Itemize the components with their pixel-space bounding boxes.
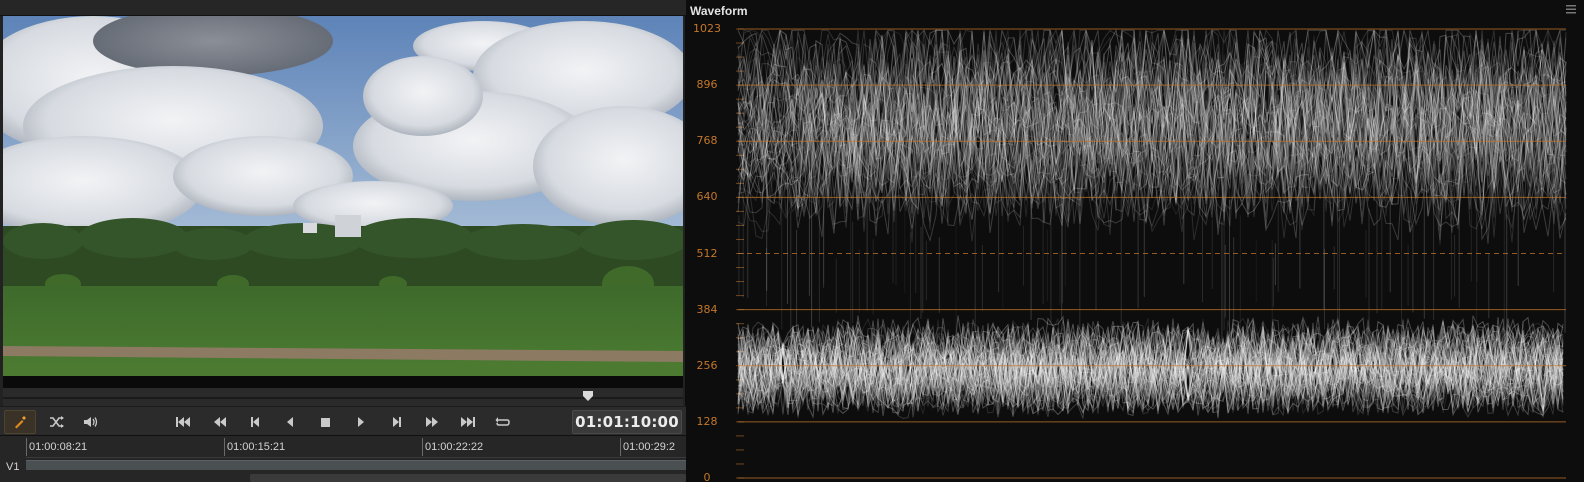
scope-title: Waveform: [690, 4, 748, 18]
next-frame-icon: [393, 417, 401, 427]
scope-axis-label: 0: [703, 471, 711, 482]
previous-frame-icon: [251, 417, 259, 427]
previous-frame-button[interactable]: [244, 412, 266, 432]
go-to-end-icon: [461, 417, 475, 427]
scope-axis-label: 896: [696, 78, 718, 92]
ruler-label: 01:00:29:2: [623, 441, 675, 453]
scope-axis-label: 128: [696, 414, 718, 428]
viewer-letterbox: [3, 376, 683, 388]
scope-axis-label: 768: [696, 134, 718, 148]
speaker-icon: [84, 417, 98, 427]
waveform-graph: [736, 28, 1567, 479]
scope-axis-label: 384: [696, 302, 718, 316]
play-icon: [358, 417, 364, 427]
scrubber-track: [3, 397, 683, 399]
timecode-display[interactable]: 01:01:10:00: [572, 410, 682, 434]
shuffle-icon: [50, 416, 64, 428]
ruler-label: 01:00:15:21: [227, 441, 286, 453]
fast-forward-button[interactable]: [421, 412, 443, 432]
scope-header: Waveform: [686, 0, 1584, 20]
waveform-traces: [737, 28, 1567, 419]
go-to-start-icon: [176, 417, 190, 427]
next-frame-button[interactable]: [386, 412, 408, 432]
go-to-start-button[interactable]: [172, 412, 194, 432]
viewer-panel: 01:01:10:00 01:00:08:21 01:00:15:21 01:0…: [0, 0, 686, 482]
waveform-scope-panel: Waveform 1023 896 768 640 512 384 256 128 0: [686, 0, 1584, 482]
fast-forward-icon: [426, 417, 438, 427]
ruler-tick: [26, 438, 27, 456]
mini-timeline[interactable]: 01:00:08:21 01:00:15:21 01:00:22:22 01:0…: [0, 436, 686, 482]
rewind-button[interactable]: [209, 412, 231, 432]
viewer-scrubber[interactable]: [3, 388, 683, 406]
loop-button[interactable]: [492, 412, 514, 432]
waveform-display: 1023 896 768 640 512 384 256 128 0: [686, 20, 1584, 482]
ruler-tick: [620, 438, 621, 456]
ruler-tick: [422, 438, 423, 456]
ruler-tick: [224, 438, 225, 456]
viewer-header: [0, 0, 686, 16]
app-window: 01:01:10:00 01:00:08:21 01:00:15:21 01:0…: [0, 0, 1584, 482]
audio-button[interactable]: [80, 412, 102, 432]
video-frame[interactable]: [3, 16, 683, 376]
shuffle-button[interactable]: [46, 412, 68, 432]
ruler-label: 01:00:22:22: [425, 441, 484, 453]
scope-axis-label: 1023: [693, 22, 721, 35]
reverse-play-icon: [287, 417, 293, 427]
ruler-label: 01:00:08:21: [29, 441, 88, 453]
stop-button[interactable]: [314, 412, 336, 432]
loop-icon: [495, 417, 510, 426]
track-label-v1: V1: [6, 461, 20, 473]
options-menu-icon[interactable]: [1566, 4, 1576, 14]
rewind-icon: [214, 417, 226, 427]
reverse-play-button[interactable]: [279, 412, 301, 432]
playhead-marker[interactable]: [582, 391, 593, 401]
scope-axis-label: 640: [696, 190, 718, 204]
scope-axis-label: 256: [696, 358, 718, 372]
play-button[interactable]: [350, 412, 372, 432]
video-track-lane[interactable]: [26, 460, 686, 470]
timeline-ruler[interactable]: 01:00:08:21 01:00:15:21 01:00:22:22 01:0…: [26, 436, 686, 458]
timeline-scrollbar[interactable]: [250, 474, 686, 482]
go-to-end-button[interactable]: [457, 412, 479, 432]
scope-axis-label: 512: [696, 246, 718, 260]
transport-controls: 01:01:10:00: [0, 406, 686, 436]
eyedropper-tool-button[interactable]: [4, 410, 36, 434]
eyedropper-icon: [15, 416, 26, 429]
stop-icon: [320, 417, 330, 427]
